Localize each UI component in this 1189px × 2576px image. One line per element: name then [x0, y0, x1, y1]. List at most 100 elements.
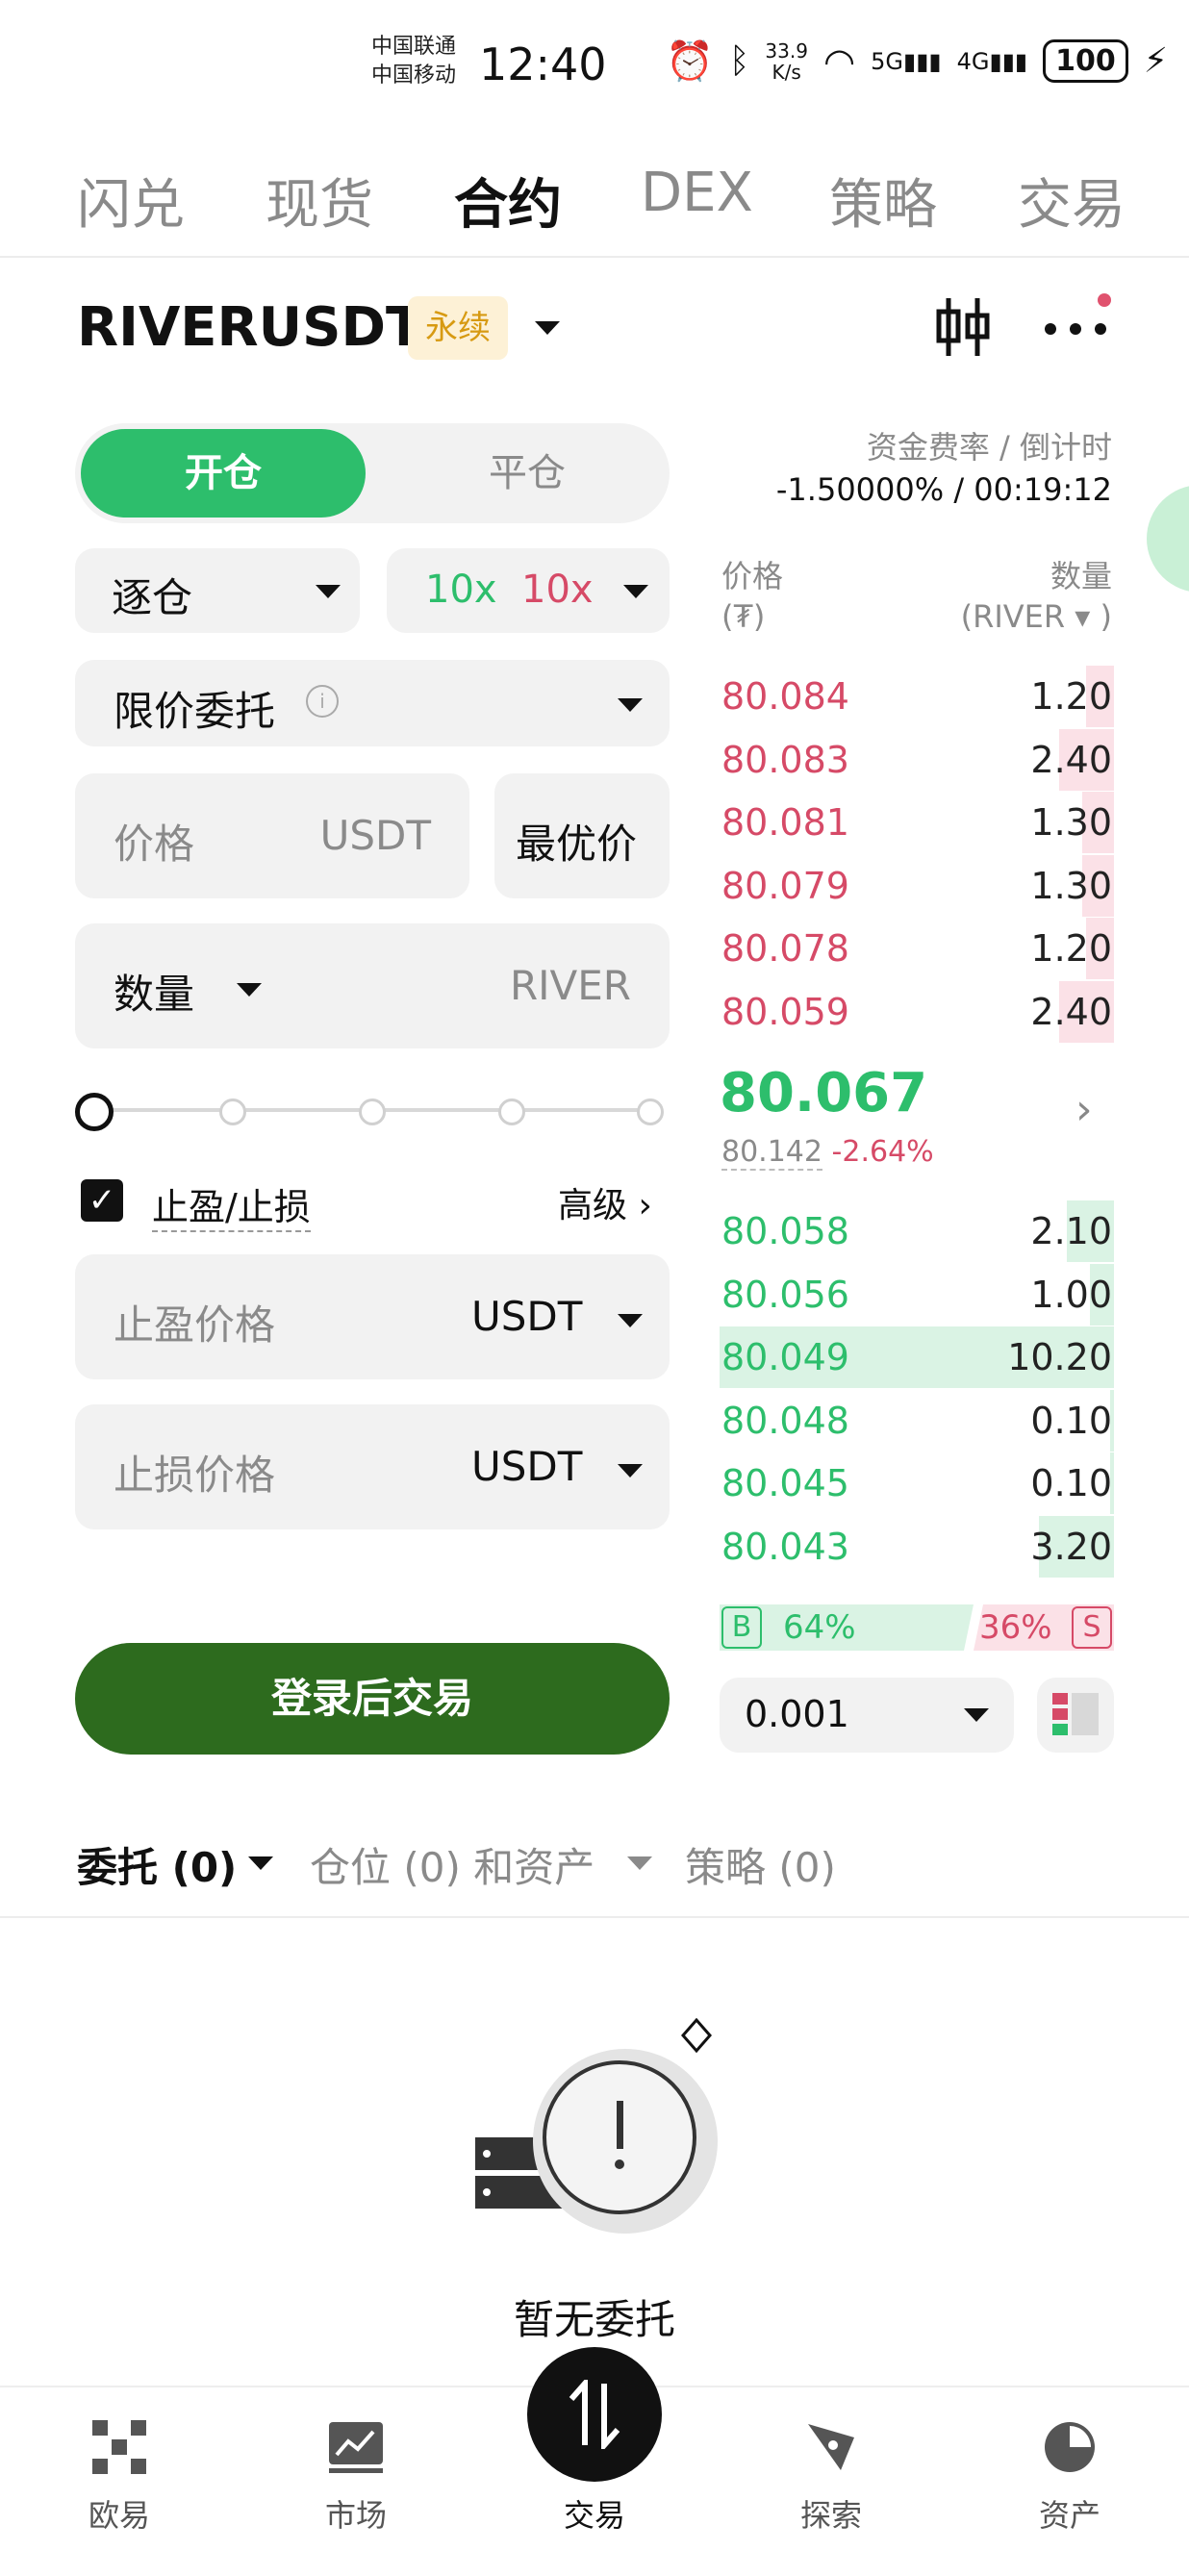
take-profit-input[interactable]: 止盈价格 USDT: [75, 1254, 670, 1379]
tab-flash-swap[interactable]: 闪兑: [77, 162, 185, 240]
order-type-select[interactable]: 限价委托 i: [75, 660, 670, 746]
tab-orders-label: 委托 (0): [77, 1844, 238, 1891]
nav-label-okx: 欧易: [88, 2497, 150, 2534]
bid-row[interactable]: 80.049 10.20: [720, 1326, 1114, 1388]
signal-5g: 5G▮▮▮: [871, 48, 942, 75]
ask-row[interactable]: 80.083 2.40: [720, 728, 1114, 791]
ask-quantity: 2.40: [1030, 990, 1112, 1033]
bid-row[interactable]: 80.056 1.00: [720, 1263, 1114, 1326]
quantity-unit: RIVER: [509, 962, 631, 1009]
chevron-down-icon: [316, 585, 341, 598]
stop-loss-unit[interactable]: USDT: [471, 1443, 582, 1490]
precision-select[interactable]: 0.001: [720, 1678, 1014, 1753]
tab-positions-assets[interactable]: 仓位 (0) 和资产: [310, 1835, 594, 1894]
info-icon[interactable]: i: [306, 685, 339, 718]
price-input[interactable]: 价格 USDT: [75, 773, 469, 898]
orderbook-layout-button[interactable]: [1037, 1678, 1114, 1753]
chevron-down-icon[interactable]: [627, 1856, 652, 1870]
take-profit-unit[interactable]: USDT: [471, 1293, 582, 1340]
tab-spot[interactable]: 现货: [266, 162, 373, 240]
ask-price: 80.078: [721, 927, 849, 970]
bid-quantity: 10.20: [1007, 1336, 1112, 1378]
close-position-tab[interactable]: 平仓: [385, 429, 670, 518]
bid-price: 80.056: [721, 1273, 849, 1316]
tab-orders[interactable]: 委托 (0): [77, 1835, 237, 1894]
divider: [0, 256, 1189, 258]
stop-loss-placeholder: 止损价格: [114, 1452, 276, 1499]
bid-quantity: 1.00: [1030, 1273, 1112, 1316]
bid-row[interactable]: 80.048 0.10: [720, 1389, 1114, 1452]
net-speed-unit: K/s: [772, 60, 801, 84]
triangle-down-icon: ▾: [1075, 598, 1091, 635]
tab-dex[interactable]: DEX: [641, 162, 753, 224]
tab-strategy[interactable]: 策略: [829, 162, 937, 240]
leverage-select[interactable]: 10x 10x: [387, 548, 670, 633]
ask-row[interactable]: 80.078 1.20: [720, 918, 1114, 979]
slider-step-50[interactable]: [359, 1099, 386, 1125]
login-to-trade-button[interactable]: 登录后交易: [75, 1643, 670, 1755]
status-icons: ⏰ ᛒ 33.9 K/s ◠ 5G▮▮▮ 4G▮▮▮ 100 ⚡: [666, 38, 1168, 84]
bid-row[interactable]: 80.045 0.10: [720, 1452, 1114, 1514]
stop-loss-input[interactable]: 止损价格 USDT: [75, 1404, 670, 1529]
more-menu-icon[interactable]: [1041, 289, 1118, 346]
quantity-input[interactable]: 数量 RIVER: [75, 923, 670, 1048]
price-header-label: 价格: [721, 558, 784, 594]
alarm-icon: ⏰: [666, 39, 714, 84]
bid-price: 80.045: [721, 1462, 849, 1504]
nav-item-okx[interactable]: 欧易: [52, 2420, 187, 2555]
clock: 12:40: [479, 38, 607, 90]
tpsl-label[interactable]: 止盈/止损: [152, 1177, 311, 1232]
chevron-down-icon[interactable]: [618, 1464, 643, 1477]
buy-percent: 64%: [783, 1608, 856, 1647]
nav-label-market: 市场: [324, 2497, 387, 2534]
chevron-right-icon: ›: [638, 1186, 652, 1225]
orderbook-layout-icon: [1052, 1693, 1099, 1735]
bid-row[interactable]: 80.043 3.20: [720, 1515, 1114, 1578]
nav-item-market[interactable]: 市场: [289, 2420, 423, 2555]
wifi-icon: ◠: [822, 39, 856, 83]
pair-dropdown-icon[interactable]: [535, 321, 560, 335]
leverage-long: 10x: [425, 568, 497, 612]
chat-float-icon[interactable]: [1147, 485, 1189, 593]
pair-symbol[interactable]: RIVERUSDT: [77, 296, 422, 359]
sell-percent: 36%: [979, 1608, 1052, 1647]
signal-bars-icon: ▮▮▮: [989, 47, 1028, 75]
explore-compass-icon: [808, 2424, 854, 2470]
slider-step-25[interactable]: [219, 1099, 246, 1125]
chevron-right-icon[interactable]: ›: [1075, 1085, 1093, 1134]
margin-mode-select[interactable]: 逐仓: [75, 548, 360, 633]
precision-value: 0.001: [745, 1693, 849, 1735]
ask-price: 80.084: [721, 675, 849, 718]
ask-quantity: 1.30: [1030, 864, 1112, 907]
nav-item-trade[interactable]: 交易: [527, 2347, 662, 2559]
candlestick-chart-icon[interactable]: [933, 294, 995, 360]
qty-header-unit-close: ): [1100, 598, 1112, 635]
ask-row[interactable]: 80.059 2.40: [720, 980, 1114, 1043]
ask-row[interactable]: 80.084 1.20: [720, 666, 1114, 727]
orderbook-qty-header[interactable]: 数量 (RIVER ▾ ): [961, 556, 1112, 637]
tpsl-checkbox[interactable]: ✓: [81, 1179, 123, 1222]
tab-trade[interactable]: 交易: [1018, 162, 1133, 240]
nav-item-assets[interactable]: 资产: [1002, 2420, 1137, 2555]
price-unit: USDT: [319, 812, 431, 859]
tab-futures[interactable]: 合约: [454, 162, 562, 240]
bid-row[interactable]: 80.058 2.10: [720, 1200, 1114, 1262]
slider-handle[interactable]: [75, 1093, 114, 1131]
slider-step-100[interactable]: [637, 1099, 664, 1125]
tab-strategies[interactable]: 策略 (0): [685, 1835, 836, 1894]
open-position-tab[interactable]: 开仓: [81, 429, 366, 518]
ask-row[interactable]: 80.081 1.30: [720, 792, 1114, 853]
ask-row[interactable]: 80.079 1.30: [720, 854, 1114, 917]
orderbook-price-header: 价格 (₮): [721, 556, 783, 637]
chevron-down-icon[interactable]: [237, 983, 262, 997]
chevron-down-icon[interactable]: [618, 1314, 643, 1327]
mark-price[interactable]: 80.142: [721, 1135, 822, 1171]
nav-label-explore: 探索: [799, 2497, 862, 2534]
nav-item-explore[interactable]: 探索: [764, 2420, 898, 2555]
best-price-button[interactable]: 最优价: [494, 773, 670, 898]
leverage-short: 10x: [521, 568, 594, 612]
order-type-label: 限价委托: [114, 688, 276, 735]
chevron-down-icon[interactable]: [248, 1856, 273, 1870]
advanced-link[interactable]: 高级 ›: [558, 1177, 652, 1227]
slider-step-75[interactable]: [498, 1099, 525, 1125]
